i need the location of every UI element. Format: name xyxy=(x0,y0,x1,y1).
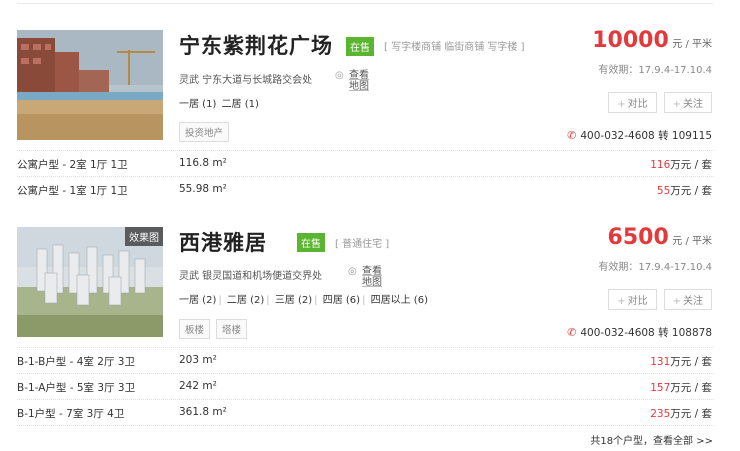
price-unit: 元 / 平米 xyxy=(672,236,712,247)
validity-period: 有效期：17.9.4-17.10.4 xyxy=(598,262,712,273)
listing-card: 效果图 西港雅居 在售 [ 普通住宅 ] 灵武 银灵国道和机场便道交界处 ◎ 查… xyxy=(17,0,714,451)
compare-button[interactable]: + 对比 xyxy=(608,289,657,310)
price-value: 6500 xyxy=(607,225,669,250)
unit-area: 203 m² xyxy=(179,354,217,366)
follow-label: 关注 xyxy=(683,296,703,307)
unit-price-unit: 万元 / 套 xyxy=(670,408,712,420)
listing-address: 灵武 银灵国道和机场便道交界处 xyxy=(179,271,323,282)
unit-type: B-1-A户型 - 5室 3厅 3卫 xyxy=(17,382,136,394)
action-buttons: + 对比 + 关注 xyxy=(608,289,712,310)
unit-price: 131万元 / 套 xyxy=(650,354,712,369)
unit-price-unit: 万元 / 套 xyxy=(670,356,712,368)
listing-category: [ 普通住宅 ] xyxy=(335,239,390,250)
status-badge: 在售 xyxy=(297,233,325,252)
tag: 板楼 xyxy=(179,319,211,339)
plus-icon: + xyxy=(617,296,626,307)
phone-contact: ✆ 400-032-4608 转 108878 xyxy=(567,325,712,340)
compare-label: 对比 xyxy=(627,296,648,307)
table-row[interactable]: B-1-B户型 - 4室 2厅 3卫 203 m² 131万元 / 套 xyxy=(17,347,714,371)
table-row[interactable]: B-1户型 - 7室 3厅 4卫 361.8 m² 235万元 / 套 xyxy=(17,399,714,423)
separator: | xyxy=(362,295,366,306)
separator: | xyxy=(218,295,222,306)
room-type-item[interactable]: 一居 (2) xyxy=(179,295,216,306)
phone-icon: ✆ xyxy=(567,326,577,339)
thumb-label: 效果图 xyxy=(125,227,163,246)
plus-icon: + xyxy=(672,296,681,307)
room-type-item[interactable]: 四居 (6) xyxy=(323,295,360,306)
location-pin-icon: ◎ xyxy=(348,266,357,277)
unit-type: B-1-B户型 - 4室 2厅 3卫 xyxy=(17,356,135,368)
view-map-link[interactable]: 查看地图 xyxy=(362,266,386,288)
unit-price-value: 131 xyxy=(650,356,671,368)
price: 6500 元 / 平米 xyxy=(608,225,712,250)
listing-tags: 板楼 塔楼 xyxy=(179,319,248,339)
room-types: 一居 (2) | 二居 (2) | 三居 (2) | 四居 (6) | 四居以上 (6) xyxy=(179,291,430,306)
follow-button[interactable]: + 关注 xyxy=(663,289,712,310)
separator: | xyxy=(314,295,318,306)
listing-title[interactable]: 西港雅居 xyxy=(179,227,267,257)
tag: 塔楼 xyxy=(216,319,248,339)
unit-area: 361.8 m² xyxy=(179,406,227,418)
unit-price: 157万元 / 套 xyxy=(650,380,712,395)
listing-photo[interactable]: 效果图 xyxy=(17,227,163,337)
room-type-item[interactable]: 二居 (2) xyxy=(227,295,264,306)
phone-number: 400-032-4608 转 108878 xyxy=(580,327,712,339)
room-type-item[interactable]: 三居 (2) xyxy=(275,295,312,306)
separator: | xyxy=(266,295,270,306)
view-all-units-link[interactable]: 共18个户型，查看全部 >> xyxy=(590,432,713,447)
unit-price-unit: 万元 / 套 xyxy=(670,382,712,394)
room-type-item[interactable]: 四居以上 (6) xyxy=(371,295,428,306)
unit-price-value: 157 xyxy=(650,382,671,394)
table-divider xyxy=(17,425,714,426)
unit-area: 242 m² xyxy=(179,380,217,392)
unit-price: 235万元 / 套 xyxy=(650,406,712,421)
table-row[interactable]: B-1-A户型 - 5室 3厅 3卫 242 m² 157万元 / 套 xyxy=(17,373,714,397)
unit-price-value: 235 xyxy=(650,408,671,420)
unit-type: B-1户型 - 7室 3厅 4卫 xyxy=(17,408,125,420)
